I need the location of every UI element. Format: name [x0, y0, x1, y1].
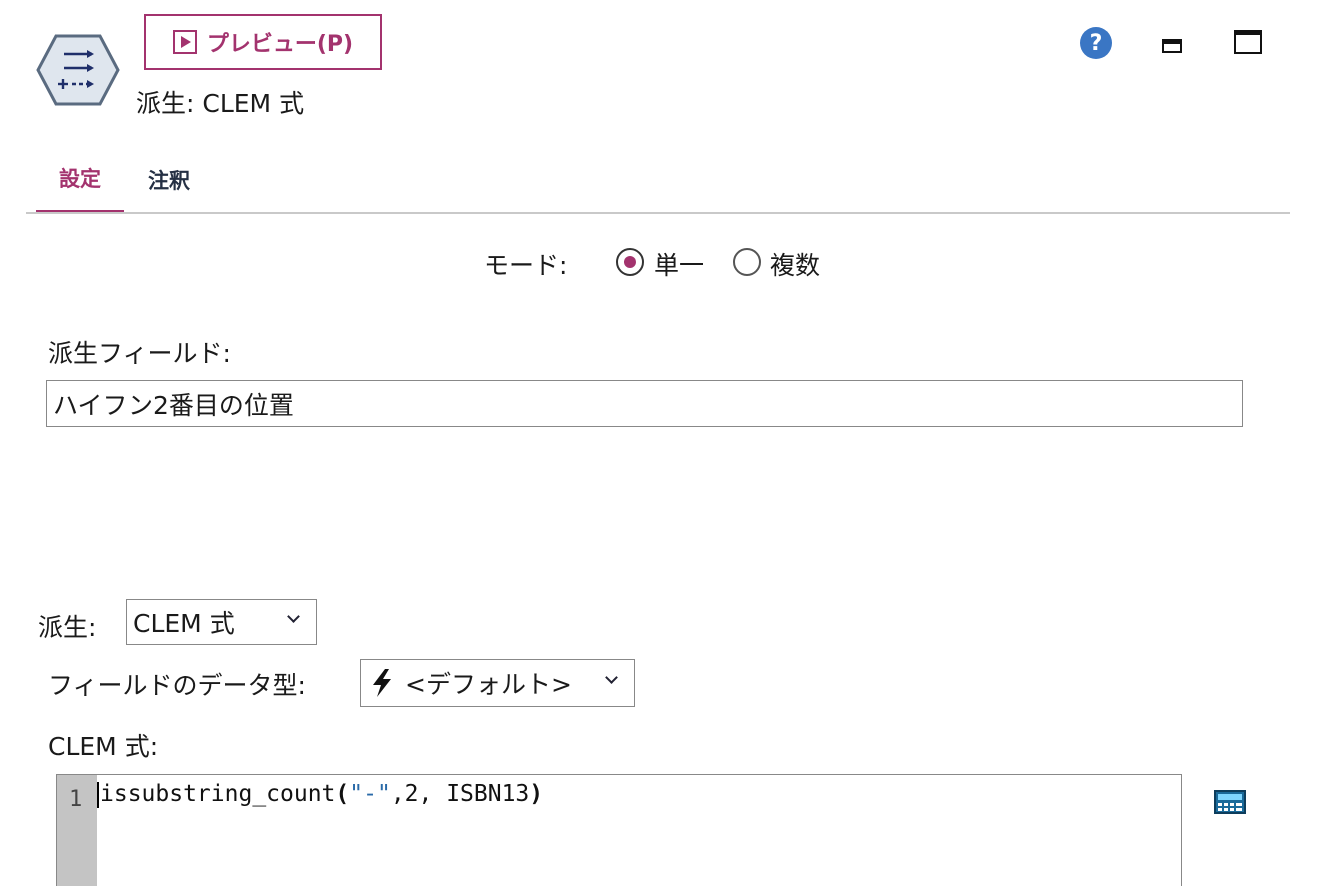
- expression-builder-icon[interactable]: [1214, 790, 1246, 814]
- tab-settings[interactable]: 設定: [36, 146, 124, 214]
- lightning-bolt-icon: [373, 669, 391, 697]
- code-line[interactable]: issubstring_count("-",2, ISBN13): [97, 781, 543, 808]
- node-title: 派生: CLEM 式: [136, 89, 305, 118]
- tab-annotation[interactable]: 注釈: [130, 146, 208, 214]
- derive-field-label: 派生フィールド:: [48, 339, 231, 368]
- play-icon: [172, 30, 197, 54]
- code-close-paren: ): [529, 781, 544, 807]
- derive-field-input[interactable]: [46, 380, 1243, 427]
- mode-single-label[interactable]: 単一: [654, 246, 704, 282]
- clem-expression-editor[interactable]: 1 issubstring_count("-",2, ISBN13): [56, 774, 1182, 886]
- derive-node-icon: [36, 34, 120, 106]
- chevron-down-icon: [605, 671, 618, 684]
- line-number: 1: [69, 787, 83, 812]
- chevron-down-icon: [287, 610, 300, 623]
- clem-label: CLEM 式:: [48, 732, 159, 761]
- mode-label: モード:: [484, 251, 568, 280]
- code-open-paren: (: [335, 781, 350, 807]
- maximize-icon[interactable]: [1234, 30, 1262, 54]
- help-icon[interactable]: ?: [1080, 27, 1112, 59]
- field-type-value: <デフォルト>: [405, 670, 572, 699]
- tab-divider: [26, 212, 1290, 214]
- field-type-label: フィールドのデータ型:: [48, 671, 306, 700]
- derive-as-value: CLEM 式: [133, 609, 235, 638]
- derive-as-select[interactable]: CLEM 式: [126, 599, 317, 645]
- mode-multiple-label[interactable]: 複数: [770, 246, 820, 282]
- text-caret: [97, 781, 99, 808]
- preview-label: プレビュー(P): [206, 32, 354, 57]
- code-function: issubstring_count: [100, 781, 336, 807]
- preview-button[interactable]: プレビュー(P): [144, 14, 382, 70]
- code-string: "-": [349, 781, 391, 807]
- field-type-select[interactable]: <デフォルト>: [360, 659, 635, 707]
- code-args: ,2, ISBN13: [390, 781, 530, 807]
- derive-as-label: 派生:: [38, 613, 97, 642]
- mode-multiple-radio[interactable]: [733, 248, 761, 276]
- minimize-icon[interactable]: [1162, 39, 1182, 53]
- mode-single-radio[interactable]: [616, 248, 644, 276]
